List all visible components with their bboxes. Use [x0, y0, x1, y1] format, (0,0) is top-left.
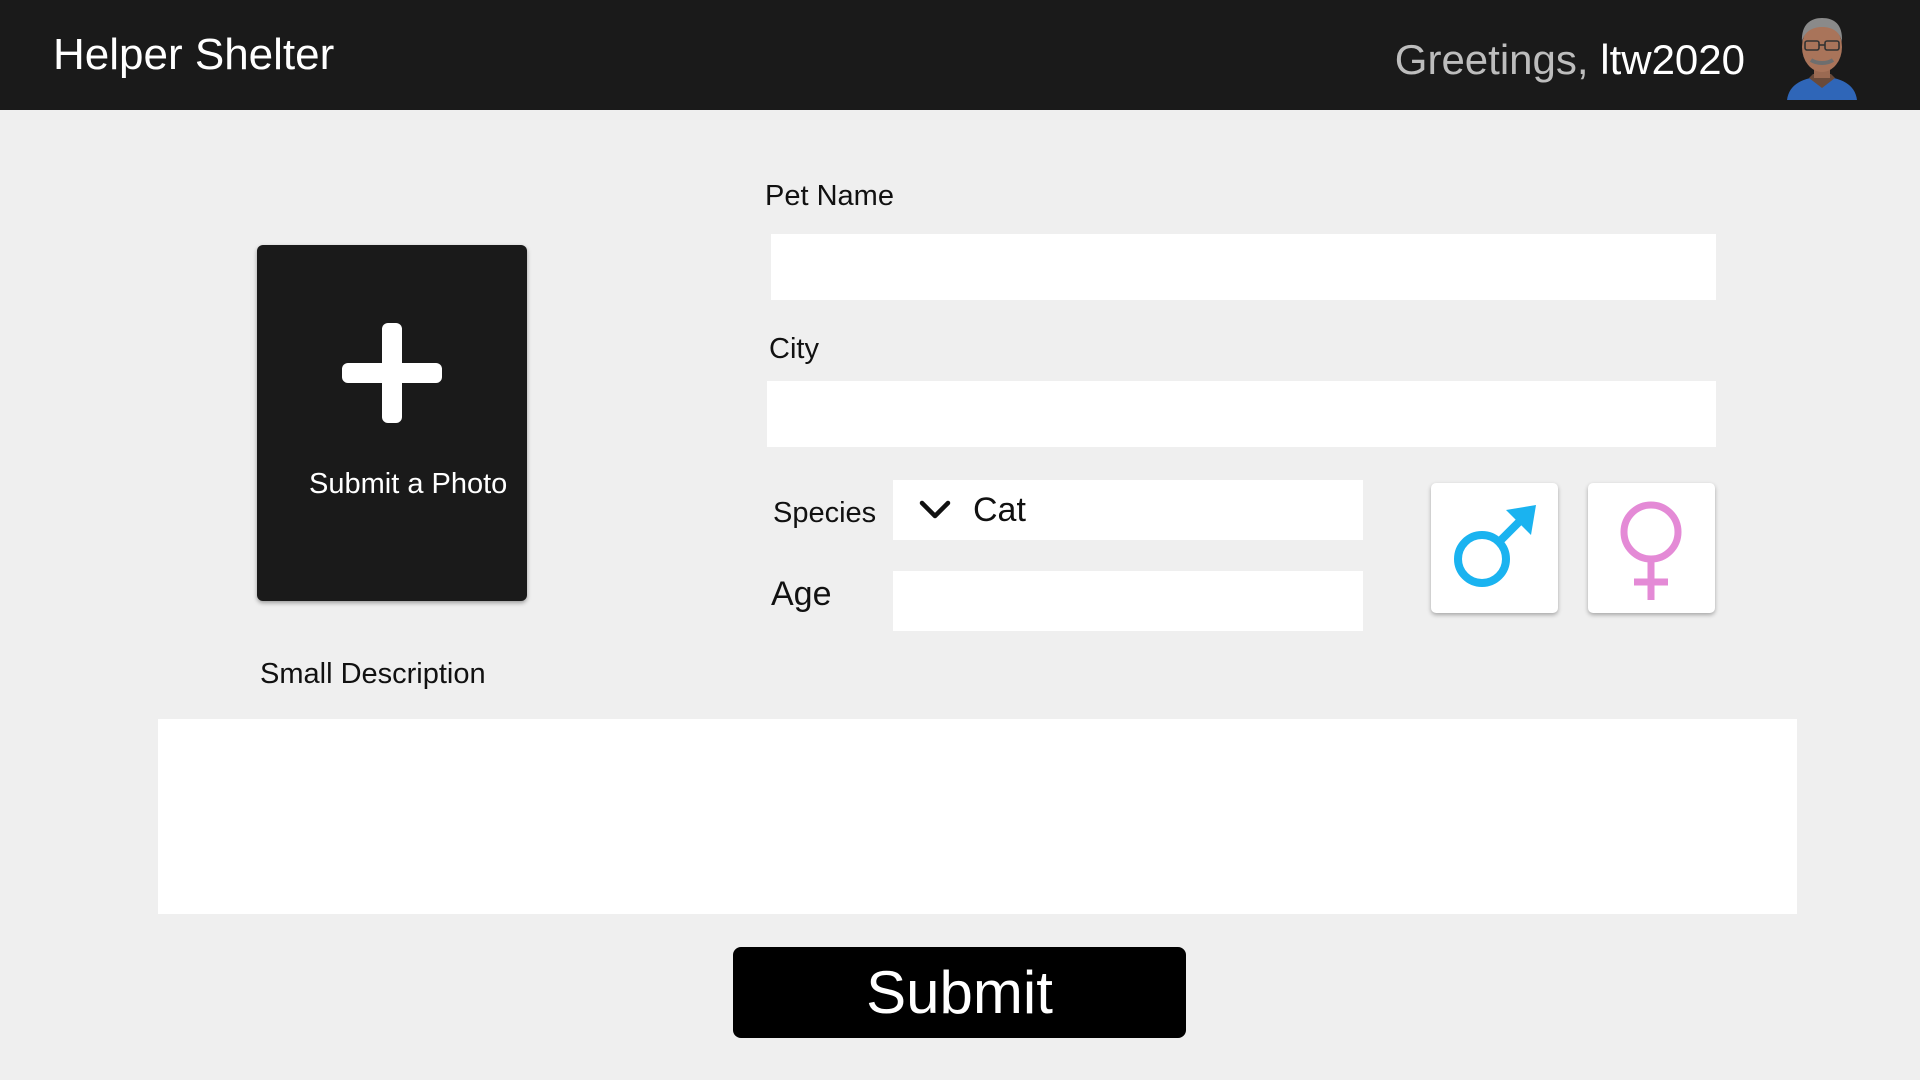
app-title: Helper Shelter — [53, 30, 335, 79]
user-greeting: Greetings, ltw2020 — [1395, 36, 1745, 84]
pet-name-input[interactable] — [771, 234, 1716, 300]
male-symbol-icon — [1454, 505, 1536, 587]
female-gender-button[interactable] — [1588, 483, 1715, 613]
plus-icon — [342, 323, 442, 423]
avatar-icon — [1787, 18, 1857, 100]
age-input[interactable] — [893, 571, 1363, 631]
female-symbol-icon — [1620, 501, 1682, 600]
description-textarea[interactable] — [158, 719, 1797, 914]
greeting-prefix: Greetings, — [1394, 36, 1601, 83]
species-selected-value: Cat — [973, 491, 1026, 529]
submit-button[interactable]: Submit — [733, 947, 1186, 1038]
age-label: Age — [771, 575, 832, 613]
submit-photo-label: Submit a Photo — [309, 468, 508, 500]
user-avatar[interactable] — [1787, 14, 1857, 100]
male-gender-button[interactable] — [1431, 483, 1558, 613]
species-label: Species — [773, 497, 877, 529]
city-label: City — [769, 333, 819, 365]
submit-photo-button[interactable]: Submit a Photo — [257, 245, 527, 601]
city-input[interactable] — [767, 381, 1716, 447]
pet-name-label: Pet Name — [765, 180, 894, 212]
top-bar: Helper Shelter Greetings, ltw2020 — [0, 0, 1920, 110]
username: ltw2020 — [1600, 36, 1745, 83]
species-select[interactable]: Cat — [893, 480, 1363, 540]
chevron-down-icon — [919, 500, 951, 519]
description-label: Small Description — [260, 658, 486, 690]
